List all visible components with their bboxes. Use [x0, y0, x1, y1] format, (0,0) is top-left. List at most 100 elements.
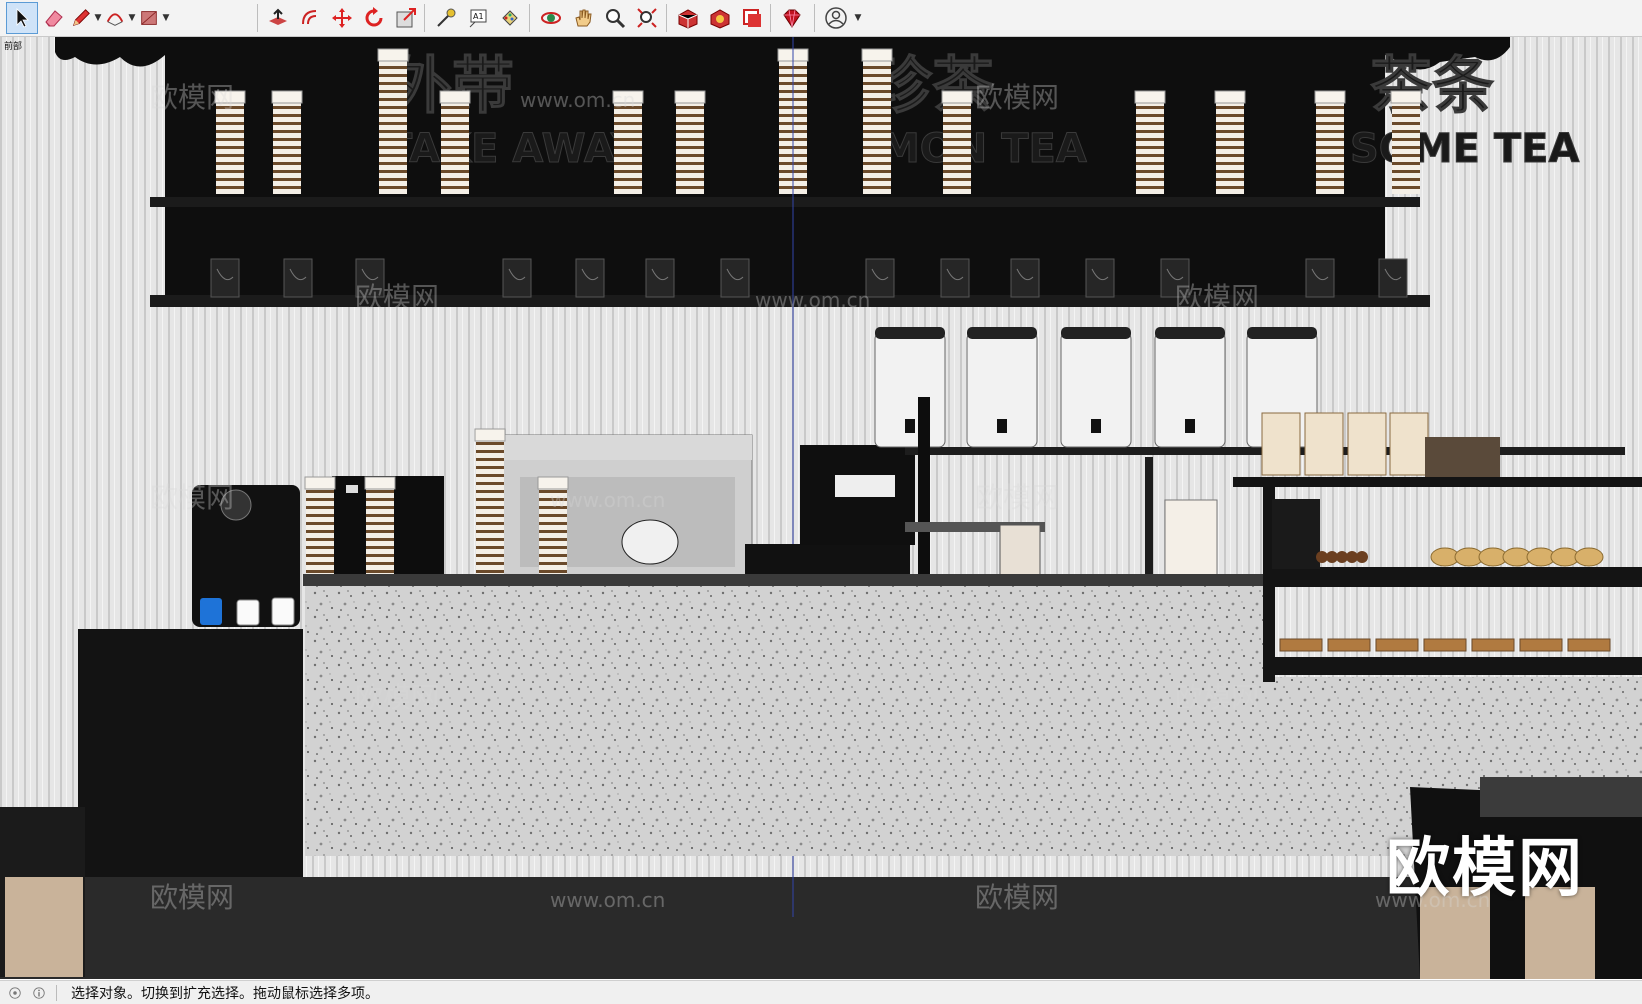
cup-stack	[439, 90, 471, 194]
cup-stack	[1134, 90, 1166, 194]
toolbar-separator	[257, 4, 258, 32]
offset-tool-button[interactable]	[294, 2, 326, 34]
extension-warehouse-button[interactable]	[704, 2, 736, 34]
pencil-icon	[72, 9, 90, 27]
text-tool-button[interactable]: A1	[462, 2, 494, 34]
tool-group-camera	[535, 2, 663, 34]
paint-bucket-icon	[502, 10, 518, 26]
pastry	[1423, 638, 1467, 652]
scale-tool-button[interactable]	[390, 2, 422, 34]
pastry	[1327, 638, 1371, 652]
line-tool-button[interactable]	[70, 2, 92, 34]
cup-stack	[364, 476, 396, 577]
model-viewport[interactable]: 外带 TAKE AWAY 珍茶 MON TEA 茶条 SOME TEA 欧模网 …	[0, 37, 1642, 979]
dispenser-stand	[918, 397, 930, 597]
select-tool-button[interactable]	[6, 2, 38, 34]
mug	[1378, 258, 1408, 298]
layout-button[interactable]	[736, 2, 768, 34]
toolbar-separator	[666, 4, 667, 32]
display-shelf-2	[1270, 657, 1642, 675]
side-cabinet	[78, 629, 303, 877]
pan-tool-button[interactable]	[567, 2, 599, 34]
main-toolbar: ▼ ▼ ▼ A1 ▼	[0, 0, 1642, 37]
tea-urn	[1060, 327, 1132, 448]
ruby-icon	[783, 9, 801, 28]
svg-text:A1: A1	[473, 12, 484, 21]
display-case-top	[1233, 477, 1642, 487]
mug	[940, 258, 970, 298]
cup-stack	[941, 90, 973, 194]
svg-text:欧模网: 欧模网	[1175, 681, 1259, 714]
cup-stack	[674, 90, 706, 194]
coffee-bag	[1389, 412, 1429, 476]
pastry	[1279, 638, 1323, 652]
chevron-down-icon[interactable]: ▼	[126, 2, 138, 34]
svg-text:欧模网: 欧模网	[975, 881, 1059, 914]
card-reader	[1272, 499, 1320, 569]
pastry	[1519, 638, 1563, 652]
svg-text:欧模网: 欧模网	[150, 81, 234, 114]
pastry	[1356, 551, 1368, 563]
toolbar-separator	[814, 4, 815, 32]
mug	[575, 258, 605, 298]
arrow-cursor-icon	[16, 8, 29, 28]
push-pull-tool-button[interactable]	[262, 2, 294, 34]
status-bar: 选择对象。切换到扩充选择。拖动鼠标选择多项。	[0, 980, 1642, 1004]
tea-urn	[874, 327, 946, 448]
tool-group-account: ▼	[820, 2, 864, 34]
mug	[210, 258, 240, 298]
status-divider	[56, 984, 57, 1001]
mug	[1085, 258, 1115, 298]
mug	[283, 258, 313, 298]
hand-icon	[575, 9, 592, 27]
geo-location-icon[interactable]	[6, 984, 24, 1002]
mug	[502, 258, 532, 298]
ruby-console-button[interactable]	[776, 2, 808, 34]
orbit-tool-button[interactable]	[535, 2, 567, 34]
menu-card	[999, 524, 1041, 581]
zoom-extents-tool-button[interactable]	[631, 2, 663, 34]
cup-stack	[1214, 90, 1246, 194]
3d-warehouse-button[interactable]	[672, 2, 704, 34]
arc-icon	[106, 13, 124, 26]
mug-blue	[200, 598, 222, 625]
rotate-tool-button[interactable]	[358, 2, 390, 34]
status-message: 选择对象。切换到扩充选择。拖动鼠标选择多项。	[71, 985, 379, 1002]
shape-tool-button[interactable]	[138, 2, 160, 34]
move-icon	[332, 8, 352, 28]
coffee-bag	[1304, 412, 1344, 476]
eraser-icon	[45, 10, 63, 27]
coffee-bag	[1261, 412, 1301, 476]
svg-text:欧模网: 欧模网	[355, 281, 439, 314]
gift-box	[1425, 437, 1500, 477]
tool-group-warehouse	[672, 2, 768, 34]
scene-tab-label[interactable]: 前部	[4, 39, 22, 52]
info-icon[interactable]	[30, 984, 48, 1002]
arc-tool-button[interactable]	[104, 2, 126, 34]
mug	[1305, 258, 1335, 298]
zoom-tool-button[interactable]	[599, 2, 631, 34]
cup-stack	[271, 90, 303, 194]
move-tool-button[interactable]	[326, 2, 358, 34]
svg-text:欧模网: 欧模网	[150, 481, 234, 514]
account-button[interactable]	[820, 2, 852, 34]
svg-text:欧模网: 欧模网	[975, 81, 1059, 114]
tape-measure-icon	[437, 8, 456, 27]
tea-urn	[966, 327, 1038, 448]
mug	[1010, 258, 1040, 298]
pastry	[1574, 547, 1604, 567]
tape-measure-tool-button[interactable]	[430, 2, 462, 34]
tool-group-ruby	[776, 2, 808, 34]
paint-bucket-tool-button[interactable]	[494, 2, 526, 34]
eraser-tool-button[interactable]	[38, 2, 70, 34]
chevron-down-icon[interactable]: ▼	[92, 2, 104, 34]
chevron-down-icon[interactable]: ▼	[160, 2, 172, 34]
chevron-down-icon[interactable]: ▼	[852, 2, 864, 34]
tea-urns	[874, 327, 1318, 448]
pastry	[1567, 638, 1611, 652]
cup-stack	[474, 428, 506, 577]
display-shelf-1	[1270, 567, 1642, 587]
rotate-icon	[365, 7, 383, 27]
cup-shelf-upper	[150, 197, 1420, 207]
svg-text:欧模网: 欧模网	[355, 681, 439, 714]
